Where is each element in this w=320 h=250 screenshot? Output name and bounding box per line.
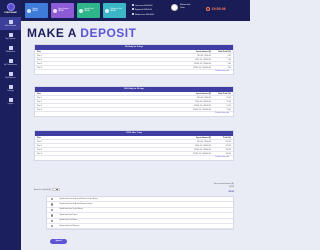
radio-icon[interactable] bbox=[51, 198, 54, 201]
bullet-icon bbox=[132, 4, 134, 6]
withdrawn-total-card: Withdrawn Total $0.00 bbox=[103, 3, 126, 18]
balance-card: Balance $0.00 bbox=[25, 3, 48, 18]
earned-total-card: Earned Total $0.00 bbox=[77, 3, 100, 18]
sidebar-item-transactions[interactable]: My Transactions bbox=[0, 56, 21, 69]
plan-card: 2% Daily for 5 days Plan Spent Amount ($)… bbox=[34, 44, 234, 75]
calculate-profit-link[interactable]: Calculate your profit bbox=[35, 70, 233, 74]
sidebar-item-make-deposit[interactable]: Make Deposit bbox=[0, 17, 21, 30]
sidebar-item-logout[interactable]: Logout bbox=[0, 95, 21, 108]
sidebar-item-label: Logout bbox=[7, 103, 14, 105]
sidebar: STAR BANK Make Deposit My Deposits Withd… bbox=[0, 0, 21, 250]
account-notice: Last access: 0000-00-00 Registered: 0000… bbox=[132, 4, 170, 17]
page-title: MAKE A DEPOSIT bbox=[27, 26, 137, 40]
radio-icon[interactable] bbox=[51, 224, 54, 228]
calculate-profit-link[interactable]: Calculate your profit bbox=[35, 156, 233, 160]
sidebar-item-settings[interactable]: Settings bbox=[0, 82, 21, 95]
sidebar-item-label: My Deposits bbox=[5, 38, 16, 40]
amount-label: Amount to Spend ($): bbox=[34, 188, 52, 191]
total-value: $0.00 bbox=[228, 191, 234, 193]
bullet-icon bbox=[132, 8, 134, 11]
payment-option[interactable]: Spend funds from Ethereum bbox=[47, 224, 233, 230]
plan-card: 120% after 1 day Plan Spent Amount ($) Pro… bbox=[34, 130, 234, 161]
radio-icon[interactable] bbox=[51, 208, 54, 212]
sidebar-item-label: Make Deposit bbox=[5, 25, 16, 27]
card-value: $0.00 bbox=[58, 10, 64, 12]
sidebar-item-label: My Transactions bbox=[3, 64, 18, 66]
amount-field: Amount to Spend ($): bbox=[34, 188, 61, 191]
list-icon bbox=[8, 59, 13, 63]
deposit-icon bbox=[53, 8, 57, 13]
card-value: $0.00 bbox=[84, 10, 90, 12]
active-deposit-card: Active Deposit $0.00 bbox=[51, 3, 74, 18]
avatar bbox=[171, 4, 178, 11]
brand-logo[interactable]: STAR BANK bbox=[0, 0, 21, 17]
radio-icon[interactable] bbox=[51, 214, 54, 217]
sidebar-item-label: Withdrawal bbox=[6, 51, 15, 53]
user-status: Online bbox=[180, 7, 185, 9]
wallet-icon bbox=[8, 33, 13, 37]
card-value: $0.00 bbox=[110, 10, 116, 12]
withdraw-icon bbox=[8, 46, 13, 50]
radio-icon[interactable] bbox=[51, 219, 54, 222]
radio-icon[interactable] bbox=[51, 203, 54, 206]
sidebar-item-label: Settings bbox=[7, 90, 14, 92]
chart-icon bbox=[79, 8, 83, 13]
withdraw-icon bbox=[105, 8, 109, 13]
brand-name: STAR BANK bbox=[4, 12, 17, 14]
bullet-icon bbox=[132, 12, 134, 15]
calculate-profit-link[interactable]: Calculate your profit bbox=[35, 112, 233, 116]
balance-value: $0.00 bbox=[229, 186, 235, 188]
amount-input[interactable] bbox=[52, 188, 61, 191]
logout-icon bbox=[8, 98, 13, 102]
deposit-icon bbox=[8, 20, 13, 24]
gear-icon bbox=[8, 85, 13, 89]
spend-button[interactable]: Spend bbox=[50, 239, 67, 244]
card-value: $0.00 bbox=[32, 10, 38, 12]
top-bar: Balance $0.00 Active Deposit $0.00 Earne… bbox=[21, 0, 250, 21]
logo-icon bbox=[6, 3, 15, 11]
payment-methods: Spend funds from the Account Balance Per… bbox=[46, 196, 234, 231]
wallet-icon bbox=[27, 8, 31, 13]
notice-line: Member since: 0000-00-00 bbox=[132, 12, 170, 17]
clock-icon bbox=[206, 7, 210, 11]
users-icon bbox=[8, 72, 13, 76]
timer-value: 19:59:36 bbox=[211, 7, 226, 11]
session-timer: 19:59:36 bbox=[206, 7, 226, 11]
sidebar-item-my-deposits[interactable]: My Deposits bbox=[0, 30, 21, 43]
sidebar-item-label: My Referrals bbox=[5, 77, 16, 79]
sidebar-item-referrals[interactable]: My Referrals bbox=[0, 69, 21, 82]
sidebar-item-withdrawal[interactable]: Withdrawal bbox=[0, 43, 21, 56]
user-menu[interactable]: Welcome back Online bbox=[171, 4, 190, 11]
plan-card: 10% Daily for 30 days Plan Spent Amount (… bbox=[34, 86, 234, 117]
